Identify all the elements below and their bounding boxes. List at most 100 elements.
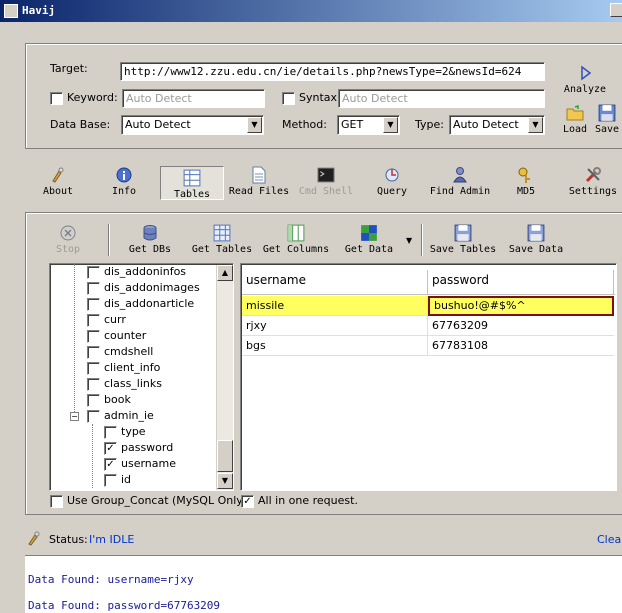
tree-checkbox[interactable]: ✓ — [104, 442, 117, 455]
database-label: Data Base: — [50, 118, 111, 131]
syntax-input[interactable]: Auto Detect — [338, 89, 545, 108]
scroll-down-button[interactable]: ▼ — [217, 473, 233, 489]
chevron-down-icon[interactable]: ▼ — [383, 117, 398, 133]
table-row[interactable]: missile bushuo!@#$%^ — [242, 296, 614, 316]
app-icon — [4, 4, 18, 18]
type-value: Auto Detect — [453, 118, 519, 131]
get-columns-label: Get Columns — [262, 244, 330, 255]
group-concat-checkbox[interactable] — [50, 495, 63, 508]
group-concat-label: Use Group_Concat (MySQL Only) — [67, 494, 248, 507]
file-icon — [252, 166, 266, 184]
tree-expander[interactable]: − — [70, 412, 79, 421]
tree-connector — [92, 424, 93, 488]
get-dbs-button[interactable]: Get DBs — [124, 224, 176, 255]
table-cell[interactable]: 67763209 — [428, 316, 614, 336]
main-tabs: About Info Tables Read Files Cmd Shell Q… — [0, 158, 622, 202]
tables-icon — [183, 169, 201, 187]
tree-item-label: id — [121, 473, 132, 486]
analyze-button[interactable]: Analyze — [560, 64, 610, 95]
get-data-button[interactable]: Get Data — [340, 224, 398, 255]
tab-info-label: Info — [111, 186, 137, 197]
tab-about[interactable]: About — [36, 166, 80, 197]
get-tables-button[interactable]: Get Tables — [188, 224, 256, 255]
tab-settings[interactable]: Settings — [566, 166, 620, 197]
table-cell[interactable]: 67783108 — [428, 336, 614, 356]
tab-find-admin[interactable]: Find Admin — [428, 166, 492, 197]
tree-checkbox[interactable] — [87, 298, 100, 311]
log-panel[interactable]: Data Found: username=rjxy Data Found: pa… — [25, 555, 622, 613]
table-cell[interactable]: rjxy — [242, 316, 428, 336]
tree-item-label: book — [104, 393, 131, 406]
table-row[interactable]: bgs 67783108 — [242, 336, 614, 356]
all-in-one-label: All in one request. — [258, 494, 358, 507]
log-line: Data Found: username=rjxy — [28, 573, 194, 586]
all-in-one-checkbox[interactable]: ✓ — [241, 495, 254, 508]
method-select[interactable]: GET ▼ — [337, 115, 400, 135]
tab-tables[interactable]: Tables — [160, 166, 224, 200]
columns-icon — [287, 224, 305, 242]
tab-query[interactable]: Query — [372, 166, 412, 197]
tab-read-files[interactable]: Read Files — [227, 166, 291, 197]
syntax-label: Syntax: — [299, 91, 341, 104]
keyword-input[interactable]: Auto Detect — [122, 89, 265, 108]
tree-item-label: type — [121, 425, 146, 438]
disk-icon — [598, 104, 616, 122]
chevron-down-icon[interactable]: ▼ — [247, 117, 262, 133]
save-icon — [454, 224, 472, 242]
get-dbs-label: Get DBs — [128, 244, 172, 255]
data-icon — [361, 225, 377, 241]
save-button[interactable]: Save — [592, 104, 622, 135]
chevron-down-icon[interactable]: ▼ — [528, 117, 543, 133]
tree-checkbox[interactable] — [87, 378, 100, 391]
tree-checkbox[interactable] — [104, 474, 117, 487]
table-cell[interactable]: missile — [242, 296, 428, 316]
tree-panel[interactable]: − dis_addoninfos dis_addonimages dis_add… — [49, 263, 234, 491]
keyword-checkbox[interactable] — [50, 92, 63, 105]
get-columns-button[interactable]: Get Columns — [260, 224, 332, 255]
table-row[interactable]: rjxy 67763209 — [242, 316, 614, 336]
method-label: Method: — [282, 118, 327, 131]
tab-info[interactable]: Info — [104, 166, 144, 197]
column-header-username[interactable]: username — [242, 270, 428, 294]
tree-checkbox[interactable] — [87, 314, 100, 327]
table-icon — [213, 224, 231, 242]
save-tables-button[interactable]: Save Tables — [428, 224, 498, 255]
column-header-password[interactable]: password — [428, 270, 614, 294]
minimize-button[interactable] — [610, 3, 622, 17]
tab-cmd-shell-label: Cmd Shell — [298, 186, 354, 197]
table-cell[interactable]: bgs — [242, 336, 428, 356]
tree-checkbox[interactable] — [87, 410, 100, 423]
tree-checkbox[interactable] — [87, 394, 100, 407]
tree-scrollbar[interactable]: ▲ ▼ — [216, 265, 233, 490]
save-data-button[interactable]: Save Data — [506, 224, 566, 255]
data-grid[interactable]: username password missile bushuo!@#$%^ r… — [240, 263, 617, 491]
target-label: Target: — [50, 62, 88, 75]
folder-icon — [566, 104, 584, 121]
database-select[interactable]: Auto Detect ▼ — [121, 115, 264, 135]
cmd-icon — [317, 167, 335, 183]
tree-checkbox[interactable]: ✓ — [104, 458, 117, 471]
target-input[interactable]: http://www12.zzu.edu.cn/ie/details.php?n… — [120, 62, 545, 81]
load-button[interactable]: Load — [560, 104, 590, 135]
scroll-up-button[interactable]: ▲ — [217, 265, 233, 281]
tree-checkbox[interactable] — [87, 282, 100, 295]
stop-icon — [60, 225, 76, 241]
tree-checkbox[interactable] — [104, 426, 117, 439]
tab-md5[interactable]: MD5 — [510, 166, 542, 197]
syntax-checkbox[interactable] — [282, 92, 295, 105]
tab-cmd-shell[interactable]: Cmd Shell — [296, 166, 356, 197]
table-cell-selected[interactable]: bushuo!@#$%^ — [428, 296, 614, 316]
tree-checkbox[interactable] — [87, 330, 100, 343]
scroll-thumb[interactable] — [217, 440, 233, 472]
type-select[interactable]: Auto Detect ▼ — [449, 115, 545, 135]
get-data-dropdown-icon[interactable]: ▼ — [406, 236, 412, 245]
tree-item-label: counter — [104, 329, 147, 342]
clear-link[interactable]: Clear — [597, 533, 622, 546]
tree-checkbox[interactable] — [87, 362, 100, 375]
database-icon — [143, 225, 157, 241]
load-label: Load — [562, 124, 588, 135]
tree-checkbox[interactable] — [87, 266, 100, 279]
tab-read-files-label: Read Files — [228, 186, 290, 197]
tree-checkbox[interactable] — [87, 346, 100, 359]
stop-button[interactable]: Stop — [50, 224, 86, 255]
